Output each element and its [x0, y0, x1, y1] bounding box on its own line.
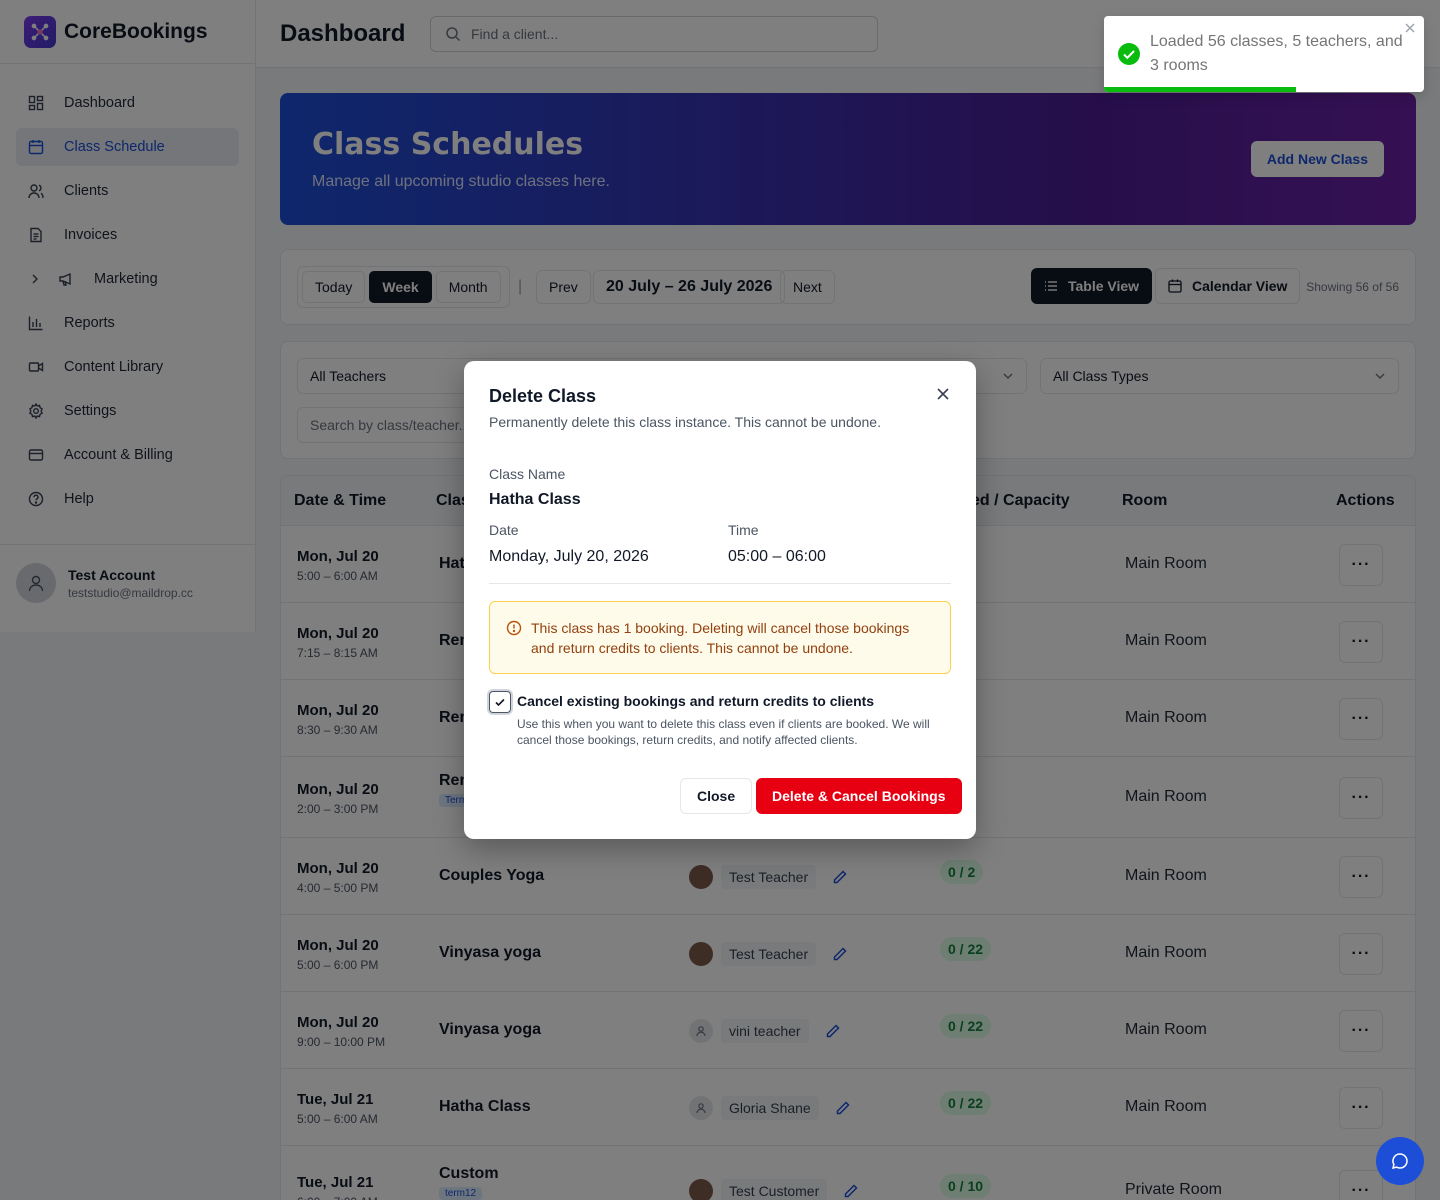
- class-name-value: Hatha Class: [489, 491, 581, 508]
- toast-progress-bar: [1104, 87, 1296, 92]
- toast-message: Loaded 56 classes, 5 teachers, and 3 roo…: [1150, 33, 1403, 74]
- booking-warning: This class has 1 booking. Deleting will …: [489, 601, 951, 674]
- date-label: Date: [489, 522, 519, 538]
- dialog-title: Delete Class: [489, 386, 597, 406]
- dialog-description: Permanently delete this class instance. …: [489, 414, 881, 430]
- chat-icon: [1391, 1153, 1408, 1169]
- delete-cancel-bookings-button[interactable]: Delete & Cancel Bookings: [756, 778, 962, 814]
- chat-button[interactable]: [1376, 1137, 1424, 1185]
- close-icon[interactable]: [936, 387, 950, 401]
- date-value: Monday, July 20, 2026: [489, 548, 649, 565]
- class-name-label: Class Name: [489, 466, 566, 482]
- time-label: Time: [728, 522, 759, 538]
- alert-circle-icon: [506, 620, 522, 636]
- cancel-bookings-label[interactable]: Cancel existing bookings and return cred…: [517, 693, 874, 709]
- delete-class-dialog: Delete Class Permanently delete this cla…: [464, 361, 976, 839]
- toast-notification[interactable]: Loaded 56 classes, 5 teachers, and 3 roo…: [1104, 16, 1424, 92]
- cancel-bookings-help: Use this when you want to delete this cl…: [517, 717, 930, 747]
- cancel-bookings-checkbox[interactable]: [489, 691, 511, 713]
- success-check-icon: [1118, 43, 1140, 65]
- check-icon: [495, 698, 505, 707]
- close-icon[interactable]: [1404, 22, 1416, 34]
- time-value: 05:00 – 06:00: [728, 548, 826, 565]
- dialog-divider: [489, 583, 951, 584]
- booking-warning-text: This class has 1 booking. Deleting will …: [531, 620, 910, 656]
- close-button[interactable]: Close: [680, 778, 753, 814]
